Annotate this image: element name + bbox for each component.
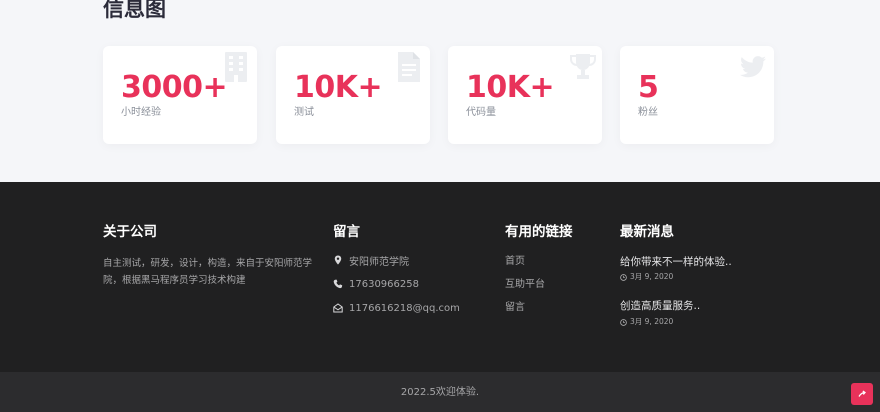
trophy-icon — [570, 54, 596, 79]
footer: 关于公司 自主测试，研发，设计，构造，来自于安阳师范学院，根据黑马程序员学习技术… — [0, 182, 880, 372]
footer-link-home[interactable]: 首页 — [505, 254, 525, 270]
footer-link-platform[interactable]: 互助平台 — [505, 277, 545, 293]
back-to-top-button[interactable] — [851, 383, 873, 405]
news-item-date: 3月 9, 2020 — [620, 271, 673, 283]
news-item-title[interactable]: 给你带来不一样的体验.. — [620, 254, 732, 270]
clock-icon — [620, 318, 627, 326]
stat-value: 3000+ — [121, 70, 228, 105]
stat-card-fans: 5 粉丝 — [620, 46, 774, 144]
stat-card-hours: 3000+ 小时经验 — [103, 46, 257, 144]
envelope-icon — [333, 303, 343, 313]
news-item-title[interactable]: 创造高质量服务.. — [620, 298, 700, 314]
news-title: 最新消息 — [620, 224, 674, 240]
clock-icon — [620, 273, 627, 281]
bottom-bar: 2022.5欢迎体验. — [0, 372, 880, 412]
contact-text: 安阳师范学院 — [349, 256, 409, 268]
stat-label: 小时经验 — [121, 107, 161, 118]
links-title: 有用的链接 — [505, 224, 573, 240]
stat-value: 10K+ — [294, 70, 383, 105]
stat-value: 5 — [638, 70, 659, 105]
copyright-text: 2022.5欢迎体验. — [400, 387, 480, 398]
document-icon — [398, 52, 420, 82]
stat-card-code: 10K+ 代码量 — [448, 46, 602, 144]
stat-label: 代码量 — [466, 107, 496, 118]
stat-label: 测试 — [294, 107, 314, 118]
stat-value: 10K+ — [466, 70, 555, 105]
about-text: 自主测试，研发，设计，构造，来自于安阳师范学院，根据黑马程序员学习技术构建 — [103, 258, 313, 286]
arrow-up-icon — [858, 390, 866, 397]
map-marker-icon — [333, 255, 343, 265]
contact-title: 留言 — [333, 224, 360, 240]
twitter-icon — [740, 56, 766, 78]
contact-text: 1176616218@qq.com — [349, 302, 460, 314]
about-title: 关于公司 — [103, 224, 157, 240]
phone-icon — [333, 279, 343, 289]
contact-address: 安阳师范学院 — [333, 252, 409, 268]
footer-link-message[interactable]: 留言 — [505, 300, 525, 316]
stat-label: 粉丝 — [638, 107, 658, 118]
stat-card-tests: 10K+ 测试 — [276, 46, 430, 144]
news-item-date: 3月 9, 2020 — [620, 316, 673, 328]
contact-phone[interactable]: 17630966258 — [333, 276, 419, 292]
infographic-section: 信息图 3000+ 小时经验 10K+ 测试 10K+ 代码量 5 粉丝 — [0, 0, 880, 182]
section-title: 信息图 — [103, 0, 166, 21]
contact-email[interactable]: 1176616218@qq.com — [333, 300, 460, 316]
contact-text: 17630966258 — [349, 278, 419, 290]
